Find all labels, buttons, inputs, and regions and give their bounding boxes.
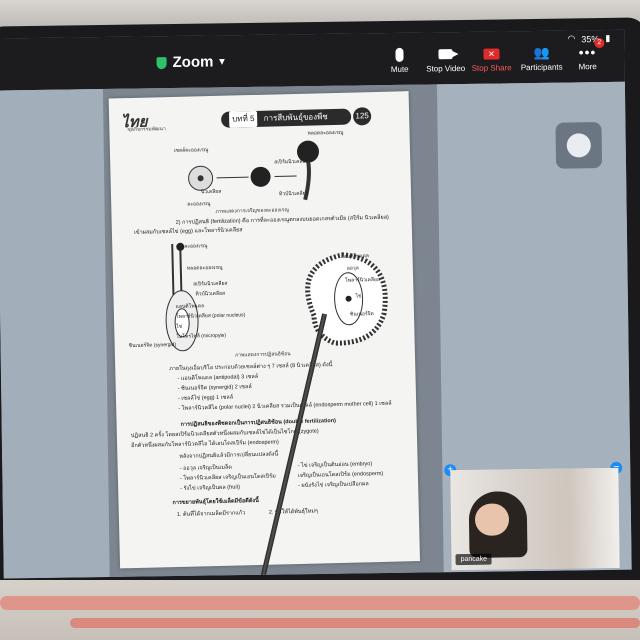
participant-name-label: pancake: [455, 553, 493, 566]
fig1-label: เซลล์ละอองเรณู: [173, 147, 209, 154]
fig2-label: สเปิร์มนิวเคลียส: [193, 280, 228, 288]
change-item: - ไข่ เจริญเป็นต้นอ่อน (embryo): [297, 461, 373, 470]
participants-label: Participants: [520, 62, 563, 73]
fig2-label: ละอองเรณู: [184, 243, 208, 250]
more-button[interactable]: ••• 2 More: [560, 38, 614, 72]
change-item: - ออวุล เจริญเป็นเมล็ด: [179, 464, 233, 472]
cable-shape: [70, 618, 640, 628]
microphone-icon: [395, 47, 404, 62]
paragraph-line: หลังจากปฏิสนธิแล้วมีการเปลี่ยนแปลงดังนี้: [179, 451, 279, 460]
tablet-frame: ◠ 35% ▮ Zoom ▾ Mute Stop Video ✕ Stop Sh…: [0, 17, 640, 595]
change-item: เจริญเป็นเอนโดสเปิร์ม (endosperm): [297, 470, 384, 480]
fig2-label: ทิวบ์นิวเคลียส: [195, 290, 226, 298]
list-item: - เซลล์ไข่ (egg) 1 เซลล์: [177, 394, 234, 402]
fig2-label: หลอดละอองเรณู: [186, 264, 223, 272]
pollen-grain-shape: [250, 166, 271, 187]
fig2-caption: ภาพแสดงการปฏิสนธิซ้อน: [234, 351, 291, 359]
paragraph-line: ปฏิสนธิ 2 ครั้ง โดยสเปิร์มนิวเคลียสตัวหน…: [130, 428, 319, 440]
floating-assistive-button[interactable]: [555, 122, 603, 169]
stop-share-button[interactable]: ✕ Stop Share: [464, 43, 518, 73]
style-shape: [179, 243, 183, 297]
change-item: - ผนังรังไข่ เจริญเป็นเปลือกผล: [298, 481, 369, 489]
pollen-on-stigma-shape: [176, 242, 185, 251]
stop-share-label: Stop Share: [471, 63, 512, 73]
app-title: Zoom: [172, 53, 214, 72]
fig2-label: โพลาร์นิวเคลียส (polar nucleus): [175, 312, 246, 320]
chapter-title: การสืบพันธุ์ของพืช: [263, 112, 328, 123]
paragraph-line: เข้าผสมกับเซลล์ไข่ (egg) และโพลาร์นิวเคล…: [133, 227, 243, 236]
fig2-right-label: ไข่: [355, 293, 362, 300]
fig2-label: ซินเนอร์จิด (synergid): [128, 341, 177, 350]
fig1-label: นิวเคลียส: [200, 188, 222, 196]
zoom-window: ◠ 35% ▮ Zoom ▾ Mute Stop Video ✕ Stop Sh…: [0, 29, 632, 579]
more-label: More: [578, 62, 597, 72]
numbered-item: 1. ต้นที่ได้จากเมล็ดมีรากแก้ว: [176, 510, 246, 518]
list-item: - ซินเนอร์จิด (synergid) 2 เซลล์: [177, 384, 252, 392]
fig1-label: หลอดละอองเรณู: [307, 129, 344, 137]
fig2-label: แอนติโพแดล: [175, 303, 205, 310]
fig1-label: ทิวบ์นิวเคลียส: [278, 190, 309, 198]
paragraph-line: 2) การปฏิสนธิ (fertilization) คือ การที่…: [175, 214, 389, 226]
shared-document-page: ไทย ชุดกิจกรรมพัฒนา บทที่ 5 การสืบพันธุ์…: [108, 91, 421, 569]
cable-shape: [0, 596, 640, 610]
fig1-label: สเปิร์มนิวเคลียส: [274, 158, 309, 166]
participant-video-thumbnail[interactable]: pancake: [450, 467, 620, 571]
fig2-label: ไข่: [176, 323, 183, 330]
zoom-top-bar: ◠ 35% ▮ Zoom ▾ Mute Stop Video ✕ Stop Sh…: [0, 29, 625, 91]
page-header: ไทย ชุดกิจกรรมพัฒนา บทที่ 5 การสืบพันธุ์…: [121, 103, 398, 136]
camera-icon: [438, 49, 453, 60]
stop-video-label: Stop Video: [426, 63, 466, 74]
paragraph-line: อีกตัวหนึ่งผสมกับโพลาร์นิวคลีไอ ได้เอนโด…: [131, 439, 279, 450]
participant-face: [474, 503, 510, 536]
mute-label: Mute: [390, 64, 409, 74]
style-shape: [171, 243, 175, 298]
desk-surface: [0, 580, 640, 640]
notification-badge: 2: [594, 38, 605, 49]
stop-share-icon: ✕: [483, 47, 500, 60]
chevron-down-icon: ▾: [219, 56, 225, 68]
arrow-line-1: [216, 176, 249, 179]
change-item: - โพลาร์นิวเคลียส เจริญเป็นเอนโดสเปิร์ม: [179, 473, 276, 482]
list-item: - แอนติโพแดล (antipodal) 3 เซลล์: [177, 373, 259, 382]
fig2-right-label: แอนติโพแดล: [340, 253, 370, 260]
fig2-right-label: ซินเนอร์จิด: [349, 311, 374, 318]
chapter-tag: บทที่ 5: [228, 110, 258, 128]
page-number: 125: [352, 107, 372, 126]
section-heading: การขยายพันธุ์โดยใช้เมล็ดมีข้อดีดังนี้: [172, 497, 259, 507]
fig2-right-label: ออวุล: [346, 265, 359, 272]
participants-icon: 👥: [533, 44, 550, 60]
shared-content-area: ไทย ชุดกิจกรรมพัฒนา บทที่ 5 การสืบพันธุ์…: [0, 81, 632, 579]
fig2-right-label: โพลาร์นิวเคลียส: [345, 276, 381, 284]
publisher-subtitle: ชุดกิจกรรมพัฒนา: [127, 126, 166, 134]
more-icon: •••: [578, 44, 597, 61]
fig2-label: ไมโครไพล์ (micropyle): [176, 332, 227, 340]
fig1-caption: ภาพแสดงการเจริญของละอองเรณู: [215, 207, 290, 215]
meeting-title-button[interactable]: Zoom ▾: [156, 53, 225, 72]
fig1-label: ละอองเรณู: [187, 201, 211, 208]
change-item: - รังไข่ เจริญเป็นผล (fruit): [180, 484, 241, 492]
arrow-line-2: [274, 175, 297, 177]
left-margin: [0, 89, 110, 579]
shield-icon: [156, 56, 167, 69]
chapter-banner: บทที่ 5 การสืบพันธุ์ของพืช: [220, 108, 352, 128]
